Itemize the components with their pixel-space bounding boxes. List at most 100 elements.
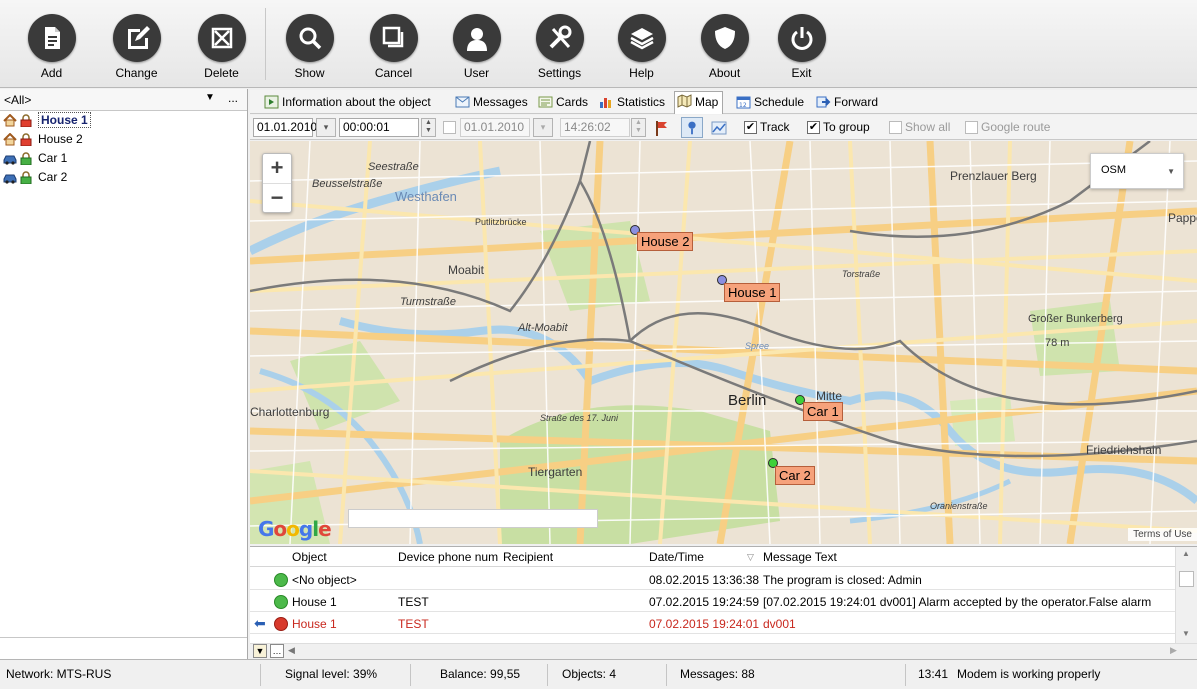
tab-statistics[interactable]: Statistics	[597, 93, 665, 112]
exit-button[interactable]: Exit	[760, 0, 843, 86]
forward-arrow-icon	[816, 96, 831, 108]
tab-map[interactable]: Map	[674, 91, 724, 114]
filter-grid-icon[interactable]: ▼	[253, 644, 267, 658]
about-button[interactable]: About	[683, 0, 766, 86]
scroll-down-icon[interactable]: ▼	[1182, 629, 1190, 638]
map-label: Tiergarten	[528, 465, 583, 479]
green-lock-icon	[20, 171, 32, 184]
time-to-spinner[interactable]: ▲ ▼	[631, 118, 646, 137]
status-separator	[905, 664, 906, 686]
zoom-out-button[interactable]: −	[263, 183, 291, 212]
terms-of-use-link[interactable]: Terms of Use	[1128, 528, 1197, 541]
car-icon	[3, 155, 17, 165]
shield-icon	[714, 27, 735, 49]
show-button[interactable]: Show	[268, 0, 351, 86]
cancel-button[interactable]: Cancel	[352, 0, 435, 86]
tree-item-house-2[interactable]: House 2	[0, 130, 247, 149]
map-layer-select[interactable]: OSM ▼	[1090, 153, 1184, 189]
exit-label: Exit	[791, 66, 812, 80]
house-1-marker-label[interactable]: House 1	[724, 283, 781, 302]
info-icon	[264, 95, 279, 109]
more-button[interactable]: ...	[228, 91, 238, 105]
show-label: Show	[294, 66, 325, 80]
show-on-map-button[interactable]	[681, 117, 703, 138]
status-separator	[547, 664, 548, 686]
change-button[interactable]: Change	[95, 0, 178, 86]
tab-messages[interactable]: Messages	[453, 93, 528, 112]
tab-cards[interactable]: Cards	[536, 93, 588, 112]
map-label: Moabit	[448, 263, 485, 277]
date-to-checkbox[interactable]	[443, 121, 456, 134]
tab-information[interactable]: Information about the object	[262, 93, 431, 112]
table-row[interactable]: House 1 TEST 07.02.2015 19:24:59 [07.02.…	[250, 591, 1175, 612]
tab-label: Information about the object	[282, 95, 431, 109]
show-all-checkbox[interactable]	[889, 121, 902, 134]
tree-item-car-2[interactable]: Car 2	[0, 168, 247, 187]
delete-button[interactable]: Delete	[180, 0, 263, 86]
user-button[interactable]: User	[435, 0, 518, 86]
show-all-label: Show all	[905, 120, 951, 134]
grid-vertical-scrollbar[interactable]: ▲ ▼	[1175, 547, 1197, 643]
to-group-label: To group	[823, 120, 870, 134]
tree-item-label: Car 2	[38, 170, 68, 184]
car-1-marker-label[interactable]: Car 1	[803, 402, 843, 421]
map-label: Oranienstraße	[930, 501, 988, 511]
tab-schedule[interactable]: 12 Schedule	[734, 93, 804, 112]
time-to-field[interactable]: 14:26:02	[560, 118, 630, 137]
grid-horizontal-scrollbar[interactable]: ▼ … ◀ ▶	[250, 643, 1197, 660]
status-ok-icon	[274, 595, 288, 609]
tree-item-car-1[interactable]: Car 1	[0, 149, 247, 168]
calendar-dropdown-icon[interactable]: ▾	[533, 118, 553, 137]
tab-forward[interactable]: Forward	[814, 93, 878, 112]
column-header-object[interactable]: Object	[292, 550, 327, 564]
toolbar-separator	[265, 8, 266, 80]
chevron-down-icon[interactable]: ▼	[205, 92, 215, 103]
car-icon	[3, 174, 17, 184]
track-label: Track	[760, 120, 790, 134]
map-label: Friedrichshain	[1086, 443, 1162, 457]
status-separator	[410, 664, 411, 686]
track-checkbox[interactable]: ✔	[744, 121, 757, 134]
map-label: Westhafen	[395, 189, 457, 204]
date-to-field[interactable]: 01.01.2010	[460, 118, 530, 137]
column-header-phone[interactable]: Device phone num	[398, 550, 498, 564]
column-header-datetime[interactable]: Date/Time	[649, 550, 704, 564]
zoom-in-button[interactable]: +	[263, 154, 291, 183]
table-row[interactable]: <No object> 08.02.2015 13:36:38 The prog…	[250, 569, 1175, 590]
map-search-bar[interactable]	[348, 509, 598, 528]
map-label: Putlitzbrücke	[475, 217, 527, 227]
cell-phone: TEST	[398, 595, 429, 609]
track-flag-icon[interactable]	[654, 120, 670, 136]
google-logo: Google	[258, 517, 332, 541]
grid-header: Object Device phone num Recipient Date/T…	[250, 547, 1175, 567]
time-from-spinner[interactable]: ▲ ▼	[421, 118, 436, 137]
date-from-field[interactable]: 01.01.2010	[253, 118, 317, 137]
table-row[interactable]: ⬅ House 1 TEST 07.02.2015 19:24:01 dv001	[250, 613, 1175, 634]
to-group-checkbox[interactable]: ✔	[807, 121, 820, 134]
time-from-field[interactable]: 00:00:01	[339, 118, 419, 137]
delete-icon	[211, 27, 232, 49]
object-filter-combo[interactable]: <All> ▼ ...	[0, 89, 247, 111]
route-chart-icon[interactable]	[711, 120, 727, 136]
object-filter-value: <All>	[4, 93, 32, 107]
calendar-dropdown-icon[interactable]: ▾	[316, 118, 336, 137]
grid-options-button[interactable]: …	[270, 644, 284, 658]
scroll-right-icon[interactable]: ▶	[1170, 645, 1177, 656]
settings-button[interactable]: Settings	[518, 0, 601, 86]
tree-item-house-1[interactable]: House 1	[0, 111, 247, 130]
help-button[interactable]: Help	[600, 0, 683, 86]
map-view[interactable]: Seestraße Beusselstraße Westhafen Putlit…	[250, 141, 1197, 544]
map-label: Torstraße	[842, 269, 881, 279]
car-2-marker-label[interactable]: Car 2	[775, 466, 815, 485]
add-button[interactable]: Add	[10, 0, 93, 86]
column-header-message[interactable]: Message Text	[763, 550, 837, 564]
column-header-recipient[interactable]: Recipient	[503, 550, 553, 564]
map-pin-icon	[688, 121, 696, 135]
scroll-thumb[interactable]	[1179, 571, 1194, 587]
scroll-left-icon[interactable]: ◀	[288, 645, 295, 656]
google-logo-letter: o	[286, 517, 300, 541]
google-route-checkbox[interactable]	[965, 121, 978, 134]
sort-desc-icon[interactable]: ▽	[747, 552, 754, 563]
scroll-up-icon[interactable]: ▲	[1182, 549, 1190, 558]
house-2-marker-label[interactable]: House 2	[637, 232, 694, 251]
